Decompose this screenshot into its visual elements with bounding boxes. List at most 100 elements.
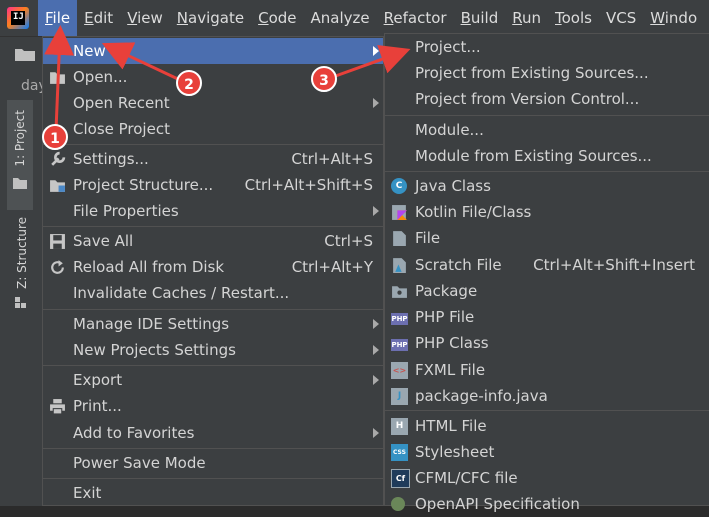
project-tool-tab[interactable]: 1: Project [7, 100, 33, 210]
new-cfml-file-item[interactable]: Cf CFML/CFC file [385, 465, 709, 491]
menu-item-label: File Properties [73, 202, 179, 220]
menu-item-label: Exit [73, 484, 102, 502]
new-module-item[interactable]: Module... [385, 117, 709, 143]
new-project-item[interactable]: Project... [385, 34, 709, 60]
menu-item-settings[interactable]: Settings... Ctrl+Alt+S [43, 146, 383, 172]
menu-item-close-project[interactable]: Close Project [43, 116, 383, 142]
new-project-existing-sources-item[interactable]: Project from Existing Sources... [385, 60, 709, 86]
menu-item-invalidate-caches[interactable]: Invalidate Caches / Restart... [43, 280, 383, 306]
left-edge [0, 37, 7, 506]
menu-item-open-recent[interactable]: Open Recent [43, 90, 383, 116]
scratch-file-icon [393, 257, 406, 273]
submenu-arrow-icon [373, 98, 379, 108]
menu-item-label: PHP File [415, 308, 475, 326]
new-package-info-item[interactable]: J package-info.java [385, 383, 709, 409]
menu-item-power-save-mode[interactable]: Power Save Mode [43, 450, 383, 476]
menu-window[interactable]: Windo [643, 0, 704, 36]
menu-bar: IJ File Edit View Navigate Code Analyze … [0, 0, 709, 37]
file-menu: New Open... Open Recent Close Project Se… [42, 36, 384, 506]
structure-icon [15, 297, 26, 308]
openapi-icon [391, 497, 405, 511]
menu-refactor[interactable]: Refactor [377, 0, 454, 36]
new-stylesheet-item[interactable]: CSS Stylesheet [385, 439, 709, 465]
menu-separator [43, 144, 383, 145]
menu-item-label: Reload All from Disk [73, 258, 225, 276]
new-file-item[interactable]: File [385, 225, 709, 251]
reload-icon [51, 259, 64, 274]
php-class-icon: PHP [391, 339, 408, 351]
menu-item-manage-ide-settings[interactable]: Manage IDE Settings [43, 311, 383, 337]
menu-run[interactable]: Run [505, 0, 548, 36]
menu-item-export[interactable]: Export [43, 367, 383, 393]
menu-separator [43, 478, 383, 479]
menu-item-new-projects-settings[interactable]: New Projects Settings [43, 337, 383, 363]
menu-item-save-all[interactable]: Save All Ctrl+S [43, 228, 383, 254]
menu-item-file-properties[interactable]: File Properties [43, 198, 383, 224]
menu-vcs[interactable]: VCS [599, 0, 643, 36]
floppy-icon [50, 233, 65, 249]
menu-separator [385, 410, 709, 411]
menu-code[interactable]: Code [251, 0, 303, 36]
menu-item-label: Kotlin File/Class [415, 203, 532, 221]
menu-item-reload[interactable]: Reload All from Disk Ctrl+Alt+Y [43, 254, 383, 280]
new-php-class-item[interactable]: PHP PHP Class [385, 330, 709, 356]
menu-item-label: New [73, 42, 106, 60]
menu-build[interactable]: Build [454, 0, 506, 36]
menu-item-label: package-info.java [415, 387, 548, 405]
menu-item-label: Export [73, 371, 123, 389]
menu-item-label: File [415, 229, 441, 247]
annotation-badge-3: 3 [311, 66, 337, 92]
shortcut-label: Ctrl+S [324, 232, 373, 250]
submenu-arrow-icon [373, 206, 379, 216]
new-html-file-item[interactable]: H HTML File [385, 413, 709, 439]
kotlin-icon [392, 204, 407, 220]
menu-navigate[interactable]: Navigate [170, 0, 251, 36]
new-openapi-item[interactable]: OpenAPI Specification [385, 491, 709, 517]
menu-item-label: Project Structure... [73, 176, 214, 194]
new-fxml-file-item[interactable]: <> FXML File [385, 357, 709, 383]
open-folder-icon[interactable] [14, 46, 36, 62]
new-php-file-item[interactable]: PHP PHP File [385, 304, 709, 330]
shortcut-label: Ctrl+Alt+Shift+S [244, 176, 373, 194]
menu-item-label: Add to Favorites [73, 424, 195, 442]
menu-tools[interactable]: Tools [548, 0, 599, 36]
new-module-existing-sources-item[interactable]: Module from Existing Sources... [385, 143, 709, 169]
submenu-arrow-icon [373, 319, 379, 329]
menu-item-label: Module... [415, 121, 484, 139]
menu-item-new[interactable]: New [43, 38, 383, 64]
menu-item-label: Save All [73, 232, 134, 250]
menu-item-print[interactable]: Print... [43, 393, 383, 419]
menu-item-label: CFML/CFC file [415, 469, 518, 487]
menu-item-label: Package [415, 282, 478, 300]
java-class-icon: C [391, 178, 407, 194]
menu-analyze[interactable]: Analyze [304, 0, 377, 36]
menu-item-label: Invalidate Caches / Restart... [73, 284, 290, 302]
menu-item-label: Manage IDE Settings [73, 315, 230, 333]
menu-item-label: Scratch File [415, 256, 502, 274]
shortcut-label: Ctrl+Alt+Shift+Insert [533, 256, 695, 274]
cfml-file-icon: Cf [391, 468, 410, 488]
menu-separator [43, 448, 383, 449]
new-kotlin-item[interactable]: Kotlin File/Class [385, 199, 709, 225]
menu-item-add-to-favorites[interactable]: Add to Favorites [43, 420, 383, 446]
new-project-vcs-item[interactable]: Project from Version Control... [385, 86, 709, 112]
project-structure-icon [50, 179, 65, 192]
menu-item-label: Module from Existing Sources... [415, 147, 652, 165]
shortcut-label: Ctrl+Alt+S [291, 150, 373, 168]
fxml-file-icon: <> [391, 361, 408, 379]
open-folder-icon [50, 71, 65, 84]
menu-item-exit[interactable]: Exit [43, 480, 383, 506]
new-scratch-file-item[interactable]: Scratch File Ctrl+Alt+Shift+Insert [385, 252, 709, 278]
menu-file[interactable]: File [38, 0, 78, 36]
printer-icon [50, 398, 65, 414]
menu-view[interactable]: View [120, 0, 170, 36]
menu-edit[interactable]: Edit [77, 0, 120, 36]
new-java-class-item[interactable]: C Java Class [385, 173, 709, 199]
structure-tab-label[interactable]: Z: Structure [15, 217, 29, 289]
submenu-arrow-icon [373, 345, 379, 355]
menu-item-label: Project from Existing Sources... [415, 64, 649, 82]
html-file-icon: H [391, 417, 408, 435]
menu-item-label: Power Save Mode [73, 454, 206, 472]
menu-item-project-structure[interactable]: Project Structure... Ctrl+Alt+Shift+S [43, 172, 383, 198]
new-package-item[interactable]: Package [385, 278, 709, 304]
